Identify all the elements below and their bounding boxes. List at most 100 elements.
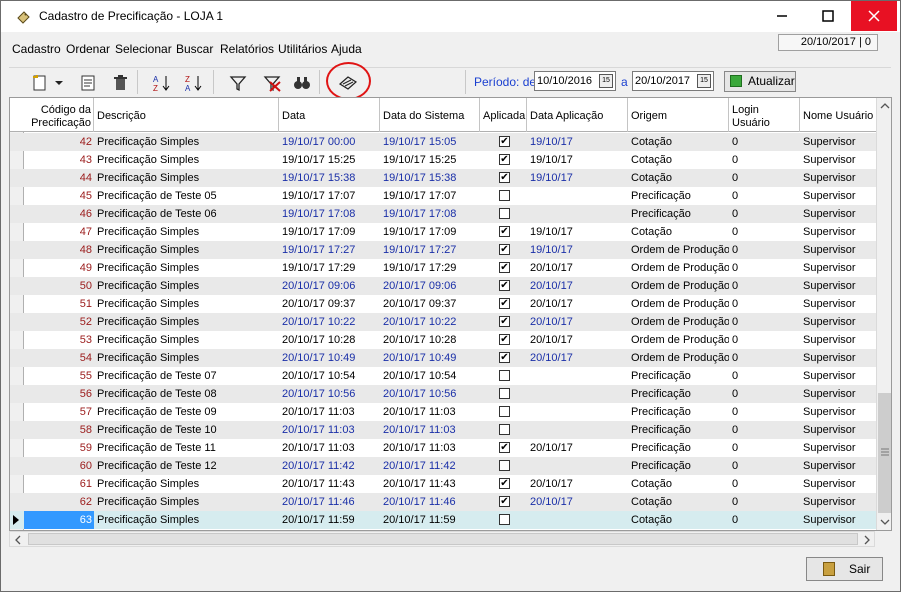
cell-descricao[interactable]: Precificação de Teste 08 bbox=[97, 385, 277, 403]
column-header-data[interactable]: Data bbox=[279, 98, 380, 132]
cell-codigo[interactable]: 47 bbox=[24, 223, 92, 241]
cell-nome[interactable]: Supervisor bbox=[803, 205, 875, 223]
cell-data-sistema[interactable]: 20/10/17 10:28 bbox=[383, 331, 479, 349]
cell-origem[interactable]: Cotação bbox=[631, 151, 729, 169]
cell-nome[interactable]: Supervisor bbox=[803, 259, 875, 277]
menu-buscar[interactable]: Buscar bbox=[176, 42, 213, 56]
scroll-down-icon[interactable] bbox=[880, 517, 890, 527]
aplicada-checkbox[interactable] bbox=[499, 388, 510, 399]
cell-nome[interactable]: Supervisor bbox=[803, 385, 875, 403]
cell-data[interactable]: 20/10/17 11:43 bbox=[282, 475, 378, 493]
cell-codigo[interactable]: 45 bbox=[24, 187, 92, 205]
cell-data-sistema[interactable]: 19/10/17 17:07 bbox=[383, 187, 479, 205]
cell-data-sistema[interactable]: 20/10/17 09:37 bbox=[383, 295, 479, 313]
date-from-input[interactable]: 10/10/2016 15 bbox=[534, 71, 616, 91]
cell-nome[interactable]: Supervisor bbox=[803, 241, 875, 259]
table-row[interactable]: 51 Precificação Simples 20/10/17 09:37 20/1… bbox=[10, 295, 876, 313]
menu-cadastro[interactable]: Cadastro bbox=[12, 42, 61, 56]
column-header-data-aplicacao[interactable]: Data Aplicação bbox=[527, 98, 628, 132]
cell-data[interactable]: 20/10/17 11:42 bbox=[282, 457, 378, 475]
aplicada-checkbox[interactable]: ✔ bbox=[499, 334, 510, 345]
cell-origem[interactable]: Precificação bbox=[631, 403, 729, 421]
cell-login[interactable]: 0 bbox=[732, 331, 798, 349]
calendar-icon[interactable]: 15 bbox=[599, 74, 613, 88]
cell-descricao[interactable]: Precificação Simples bbox=[97, 349, 277, 367]
cell-data-aplicacao[interactable] bbox=[530, 421, 626, 439]
cell-data-sistema[interactable]: 19/10/17 15:38 bbox=[383, 169, 479, 187]
cell-origem[interactable]: Ordem de Produção bbox=[631, 241, 729, 259]
cell-codigo[interactable]: 54 bbox=[24, 349, 92, 367]
sort-ascending-button[interactable]: AZ bbox=[151, 72, 173, 94]
cell-data[interactable]: 19/10/17 17:29 bbox=[282, 259, 378, 277]
menu-ajuda[interactable]: Ajuda bbox=[331, 42, 362, 56]
cell-login[interactable]: 0 bbox=[732, 205, 798, 223]
table-row[interactable]: 42 Precificação Simples 19/10/17 00:00 19/1… bbox=[10, 133, 876, 151]
table-row[interactable]: 54 Precificação Simples 20/10/17 10:49 20/1… bbox=[10, 349, 876, 367]
cell-data-sistema[interactable]: 19/10/17 17:29 bbox=[383, 259, 479, 277]
cell-data-sistema[interactable]: 19/10/17 15:05 bbox=[383, 133, 479, 151]
cell-descricao[interactable]: Precificação Simples bbox=[97, 169, 277, 187]
cell-codigo[interactable]: 52 bbox=[24, 313, 92, 331]
aplicada-checkbox[interactable] bbox=[499, 208, 510, 219]
cell-data-sistema[interactable]: 20/10/17 09:06 bbox=[383, 277, 479, 295]
cell-codigo[interactable]: 46 bbox=[24, 205, 92, 223]
table-row[interactable]: 46 Precificação de Teste 06 19/10/17 17:08… bbox=[10, 205, 876, 223]
cell-origem[interactable]: Ordem de Produção bbox=[631, 295, 729, 313]
aplicada-checkbox[interactable]: ✔ bbox=[499, 136, 510, 147]
cell-codigo[interactable]: 42 bbox=[24, 133, 92, 151]
cell-data[interactable]: 20/10/17 09:37 bbox=[282, 295, 378, 313]
cell-login[interactable]: 0 bbox=[732, 169, 798, 187]
cell-nome[interactable]: Supervisor bbox=[803, 295, 875, 313]
aplicada-checkbox[interactable] bbox=[499, 460, 510, 471]
cell-login[interactable]: 0 bbox=[732, 295, 798, 313]
cell-data[interactable]: 19/10/17 17:09 bbox=[282, 223, 378, 241]
cell-data-aplicacao[interactable] bbox=[530, 187, 626, 205]
cell-origem[interactable]: Precificação bbox=[631, 421, 729, 439]
cell-origem[interactable]: Ordem de Produção bbox=[631, 259, 729, 277]
table-row[interactable]: 50 Precificação Simples 20/10/17 09:06 20/1… bbox=[10, 277, 876, 295]
cell-origem[interactable]: Precificação bbox=[631, 439, 729, 457]
cell-codigo[interactable]: 44 bbox=[24, 169, 92, 187]
scroll-right-icon[interactable] bbox=[862, 535, 872, 545]
cell-data-sistema[interactable]: 20/10/17 10:49 bbox=[383, 349, 479, 367]
column-header-nome[interactable]: Nome Usuário bbox=[800, 98, 876, 132]
new-dropdown-button[interactable] bbox=[53, 72, 65, 94]
table-row[interactable]: 53 Precificação Simples 20/10/17 10:28 20/1… bbox=[10, 331, 876, 349]
aplicada-checkbox[interactable]: ✔ bbox=[499, 316, 510, 327]
cell-data-sistema[interactable]: 20/10/17 11:03 bbox=[383, 439, 479, 457]
cell-codigo[interactable]: 62 bbox=[24, 493, 92, 511]
aplicada-checkbox[interactable]: ✔ bbox=[499, 478, 510, 489]
cell-codigo[interactable]: 49 bbox=[24, 259, 92, 277]
cell-nome[interactable]: Supervisor bbox=[803, 421, 875, 439]
new-button[interactable] bbox=[29, 72, 51, 94]
cell-nome[interactable]: Supervisor bbox=[803, 187, 875, 205]
cell-data[interactable]: 19/10/17 17:08 bbox=[282, 205, 378, 223]
cell-data-sistema[interactable]: 20/10/17 11:59 bbox=[383, 511, 479, 529]
cell-nome[interactable]: Supervisor bbox=[803, 313, 875, 331]
cell-nome[interactable]: Supervisor bbox=[803, 151, 875, 169]
cell-login[interactable]: 0 bbox=[732, 223, 798, 241]
cell-data[interactable]: 20/10/17 10:56 bbox=[282, 385, 378, 403]
cell-origem[interactable]: Precificação bbox=[631, 367, 729, 385]
cell-login[interactable]: 0 bbox=[732, 187, 798, 205]
cell-nome[interactable]: Supervisor bbox=[803, 403, 875, 421]
delete-button[interactable] bbox=[109, 72, 131, 94]
menu-selecionar[interactable]: Selecionar bbox=[115, 42, 172, 56]
vertical-scrollbar[interactable] bbox=[876, 98, 891, 530]
cell-data[interactable]: 20/10/17 10:54 bbox=[282, 367, 378, 385]
cell-data-sistema[interactable]: 19/10/17 15:25 bbox=[383, 151, 479, 169]
pricing-grid[interactable]: Código da Precificação Descrição Data Da… bbox=[9, 97, 892, 531]
cell-data-sistema[interactable]: 20/10/17 11:03 bbox=[383, 421, 479, 439]
close-button[interactable] bbox=[851, 1, 897, 31]
cell-origem[interactable]: Ordem de Produção bbox=[631, 277, 729, 295]
column-header-aplicada[interactable]: Aplicada bbox=[480, 98, 527, 132]
cell-descricao[interactable]: Precificação de Teste 10 bbox=[97, 421, 277, 439]
cell-data-sistema[interactable]: 20/10/17 10:22 bbox=[383, 313, 479, 331]
cell-data-aplicacao[interactable]: 20/10/17 bbox=[530, 331, 626, 349]
cell-data[interactable]: 20/10/17 11:03 bbox=[282, 421, 378, 439]
cell-data-aplicacao[interactable] bbox=[530, 385, 626, 403]
cell-codigo[interactable]: 51 bbox=[24, 295, 92, 313]
cell-origem[interactable]: Cotação bbox=[631, 133, 729, 151]
cell-codigo[interactable]: 61 bbox=[24, 475, 92, 493]
cell-codigo[interactable]: 57 bbox=[24, 403, 92, 421]
